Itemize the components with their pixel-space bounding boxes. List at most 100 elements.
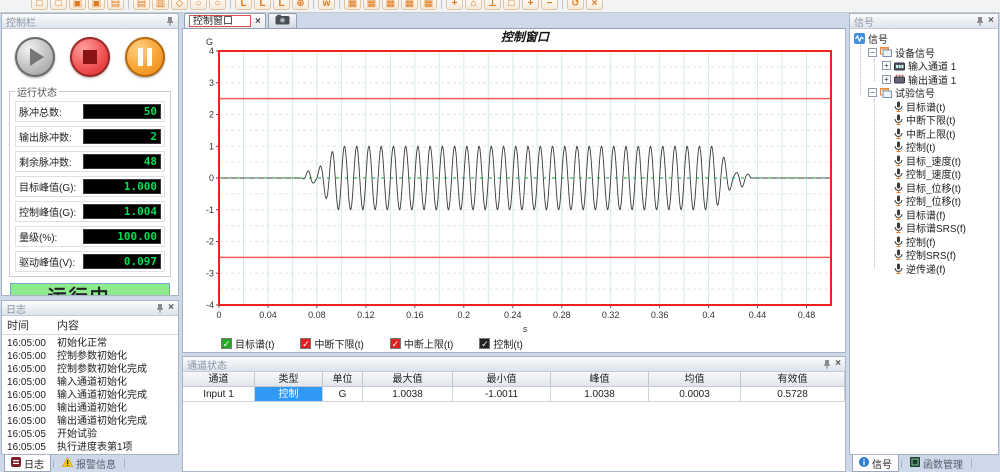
toolbar-icon-pan[interactable]: □ <box>503 0 520 10</box>
log-column-content: 内容 <box>57 317 79 333</box>
toolbar-icon-layout-two[interactable]: ▦ <box>363 0 380 10</box>
toolbar-icon-close-view[interactable]: × <box>586 0 603 10</box>
pin-icon[interactable] <box>156 303 164 313</box>
bottom-right-tab-1[interactable]: 信号 <box>852 455 899 472</box>
toolbar-icon-spectrum-signal[interactable]: L <box>273 0 290 10</box>
toolbar-icon-open[interactable]: □ <box>50 0 67 10</box>
tree-item[interactable]: −设备信号 <box>850 46 998 60</box>
toolbar-icon-layout-custom[interactable]: ▦ <box>420 0 437 10</box>
running-status-button[interactable]: 运行中... <box>10 283 170 296</box>
column-header: 最小值 <box>453 372 551 387</box>
toolbar-icon-new[interactable]: □ <box>31 0 48 10</box>
tree-item[interactable]: 信号 <box>850 32 998 46</box>
legend-item-3[interactable]: ✓中断上限(t) <box>390 336 453 351</box>
tab-close-icon[interactable]: × <box>255 16 261 27</box>
svg-text:s: s <box>523 324 528 334</box>
legend-checkbox[interactable]: ✓ <box>390 338 401 349</box>
toolbar-icon-octave-signal[interactable]: ⊕ <box>292 0 309 10</box>
input-icon <box>894 61 905 71</box>
tree-item[interactable]: 逆传递(f) <box>850 262 998 276</box>
toolbar-icon-schedule[interactable]: ○ <box>190 0 207 10</box>
toolbar-icon-fit-vertical[interactable]: ⊥ <box>484 0 501 10</box>
toolbar-icon-undo-zoom[interactable]: ↺ <box>567 0 584 10</box>
log-entry: 16:05:00控制参数初始化完成 <box>7 363 173 376</box>
toolbar-icon-time-signal[interactable]: L <box>235 0 252 10</box>
toolbar-icon-print[interactable]: ▤ <box>133 0 150 10</box>
legend-checkbox[interactable]: ✓ <box>479 338 490 349</box>
pin-icon[interactable] <box>823 359 831 369</box>
toolbar-icon-layout-four[interactable]: ▦ <box>382 0 399 10</box>
pin-icon[interactable] <box>166 16 174 26</box>
channel-table-header: 通道类型单位最大值最小值峰值均值有效值 <box>183 372 845 387</box>
close-icon[interactable]: × <box>835 359 841 369</box>
toolbar-separator <box>339 0 340 9</box>
tree-item[interactable]: 控制_速度(t) <box>850 167 998 181</box>
toolbar-icon-save[interactable]: ▣ <box>69 0 86 10</box>
tree-item[interactable]: +输入通道 1 <box>850 59 998 73</box>
tree-item[interactable]: −试验信号 <box>850 86 998 100</box>
tree-item[interactable]: 控制(f) <box>850 235 998 249</box>
pin-icon[interactable] <box>976 16 984 26</box>
toolbar-icon-favorite[interactable]: ◇ <box>171 0 188 10</box>
toolbar-icon-zoom-in[interactable]: + <box>522 0 539 10</box>
tree-item[interactable]: 中断上限(t) <box>850 127 998 141</box>
camera-icon <box>275 14 290 28</box>
status-field-value: 2 <box>83 129 161 144</box>
channel-row[interactable]: Input 1控制G1.0038-1.00111.00380.00030.572… <box>183 387 845 402</box>
toolbar-icon-wav-export[interactable]: w <box>318 0 335 10</box>
toolbar-icon-layout-single[interactable]: ▦ <box>344 0 361 10</box>
tree-item[interactable]: 目标谱(f) <box>850 208 998 222</box>
toolbar-icon-save-all[interactable]: ▣ <box>88 0 105 10</box>
legend-item-1[interactable]: ✓目标谱(t) <box>221 336 274 351</box>
expander-plus-icon[interactable]: + <box>882 61 891 70</box>
expander-minus-icon[interactable]: − <box>868 48 877 57</box>
log-entry: 16:05:00输入通道初始化 <box>7 376 173 389</box>
svg-text:-4: -4 <box>206 300 214 310</box>
expander-plus-icon[interactable]: + <box>882 75 891 84</box>
svg-text:0: 0 <box>216 310 221 320</box>
toolbar-icon-report[interactable]: ▥ <box>152 0 169 10</box>
close-icon[interactable]: × <box>168 303 174 313</box>
bottom-right-tab-2[interactable]: 函数管理 <box>904 455 969 472</box>
tree-item[interactable]: +输出通道 1 <box>850 73 998 87</box>
chart-plot: 00.040.080.120.160.20.240.280.320.360.40… <box>183 29 839 335</box>
toolbar-icon-zoom-out[interactable]: − <box>541 0 558 10</box>
legend-checkbox[interactable]: ✓ <box>300 338 311 349</box>
toolbar-icon-layout-six[interactable]: ▦ <box>401 0 418 10</box>
channel-status-panel: 通道状态 × 通道类型单位最大值最小值峰值均值有效值Input 1控制G1.00… <box>182 356 846 472</box>
channel-status-table: 通道类型单位最大值最小值峰值均值有效值Input 1控制G1.0038-1.00… <box>183 372 845 402</box>
tree-item[interactable]: 控制SRS(f) <box>850 248 998 262</box>
tree-item[interactable]: 目标谱(t) <box>850 100 998 114</box>
toolbar-icon-frequency-signal[interactable]: L <box>254 0 271 10</box>
info-icon <box>859 457 869 470</box>
toolbar-separator <box>441 0 442 9</box>
tree-item[interactable]: 目标_速度(t) <box>850 154 998 168</box>
svg-text:0.08: 0.08 <box>308 310 326 320</box>
play-button[interactable] <box>15 37 55 77</box>
legend-checkbox[interactable]: ✓ <box>221 338 232 349</box>
bottom-left-tab-1[interactable]: 日志 <box>4 455 51 472</box>
legend-item-2[interactable]: ✓中断下限(t) <box>300 336 363 351</box>
toolbar-icon-cursor[interactable]: + <box>446 0 463 10</box>
toolbar-icon-clock[interactable]: ○ <box>209 0 226 10</box>
status-field-label: 剩余脉冲数: <box>19 154 72 169</box>
svg-text:0.12: 0.12 <box>357 310 375 320</box>
pause-button[interactable] <box>125 37 165 77</box>
bottom-left-tab-2[interactable]: 报警信息 <box>56 455 122 472</box>
tree-item[interactable]: 目标谱SRS(f) <box>850 221 998 235</box>
expander-minus-icon[interactable]: − <box>868 88 877 97</box>
tab-label: 函数管理 <box>923 456 963 471</box>
tab-control-window[interactable]: 控制窗口 × <box>184 13 266 28</box>
tree-item[interactable]: 目标_位移(t) <box>850 181 998 195</box>
log-entry-content: 控制参数初始化 <box>57 350 127 363</box>
tree-item[interactable]: 控制(t) <box>850 140 998 154</box>
legend-item-4[interactable]: ✓控制(t) <box>479 336 522 351</box>
toolbar-icon-import[interactable]: ▤ <box>107 0 124 10</box>
tree-item[interactable]: 控制_位移(t) <box>850 194 998 208</box>
toolbar-icon-home-view[interactable]: ⌂ <box>465 0 482 10</box>
close-icon[interactable]: × <box>988 16 994 26</box>
svg-text:0.24: 0.24 <box>504 310 522 320</box>
stop-button[interactable] <box>70 37 110 77</box>
tree-item[interactable]: 中断下限(t) <box>850 113 998 127</box>
screenshot-tab[interactable] <box>268 13 297 28</box>
